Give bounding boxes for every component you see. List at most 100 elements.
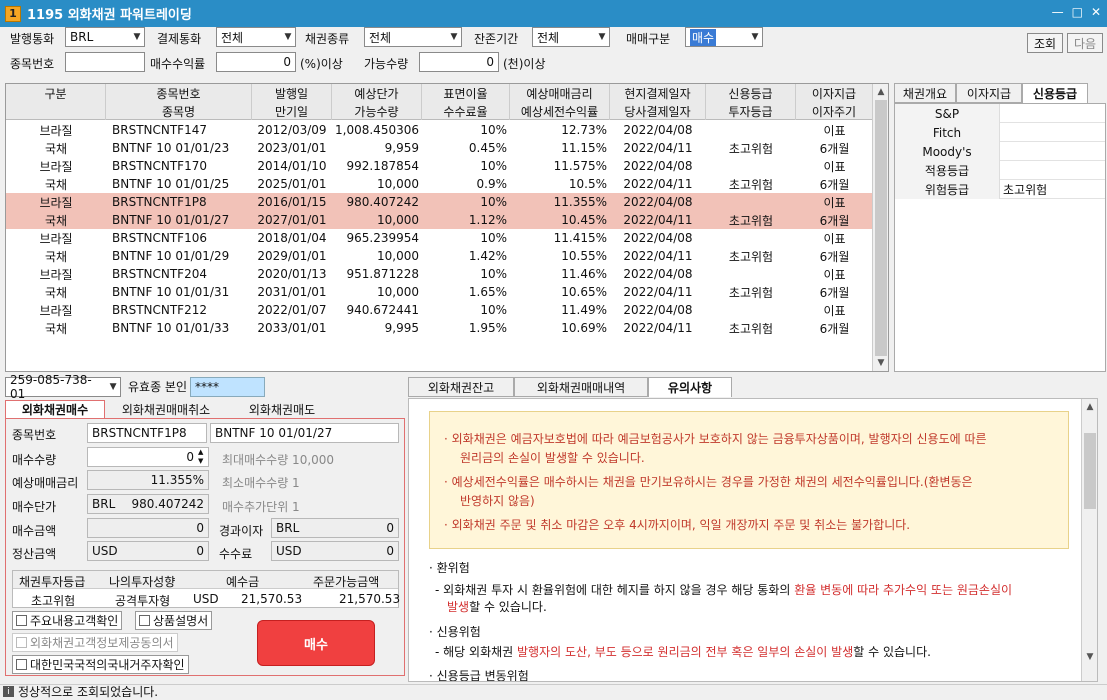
table-cell: 11.415% [553,231,607,245]
buy-button[interactable]: 매수 [257,620,375,666]
chevron-down-icon: ▼ [450,32,458,42]
settle-currency-label: 결제통화 [157,32,202,46]
table-row[interactable]: 국채 BNTNF 10 01/01/33 2033/01/01 9,995 1.95% 1… [6,319,873,337]
table-cell: 992.187854 [346,159,419,173]
info-header: 나의투자성향 [109,575,176,589]
settle-currency-select[interactable]: 전체 ▼ [216,27,296,47]
table-row[interactable]: 브라질 BRSTNCNTF204 2020/01/13 951.871228 10% 11… [6,265,873,283]
table-cell: BNTNF 10 01/01/31 [112,285,230,299]
table-cell: 2022/01/07 [257,303,327,317]
table-cell: 10% [480,303,507,317]
table-cell: 브라질 [39,231,73,246]
trade-type-select[interactable]: 매수 ▼ [685,27,763,47]
table-row[interactable]: 브라질 BRSTNCNTF170 2014/01/10 992.187854 10% 11… [6,157,873,175]
window-title: 1195 외화채권 파워트레이딩 [27,8,192,23]
search-button[interactable]: 조회 [1027,33,1063,53]
grid-scrollbar[interactable]: ▲ ▼ [872,84,888,371]
table-cell: 11.49% [561,303,607,317]
check-product-doc[interactable]: 상품설명서 [135,611,213,630]
yield-input[interactable]: 0 [216,52,296,72]
table-cell: 브라질 [39,303,73,318]
table-row[interactable]: 브라질 BRSTNCNTF106 2018/01/04 965.239954 10% 11… [6,229,873,247]
issue-currency-select[interactable]: BRL ▼ [65,27,145,47]
table-cell: 9,995 [384,321,419,335]
notice-scrollbar[interactable]: ▲ ▼ [1081,399,1097,681]
settle-label: 정산금액 [12,547,57,561]
table-cell: 2020/01/13 [257,267,327,281]
table-cell [706,193,796,211]
restore-icon[interactable]: □ [1072,5,1083,19]
tab-bond-sell[interactable]: 외화채권매도 [227,400,337,418]
grid-header-cell: 예상세전수익률 [510,102,610,120]
checkbox-icon [16,615,27,626]
bond-grid[interactable]: 구분 종목번호 종목명 발행일 만기일 예상단가 가능수량 표면이율 수수료율 예상매매금리 예상세… [5,83,889,372]
rating-key: Fitch [895,123,1000,142]
table-cell: 2016/01/15 [257,195,327,209]
scroll-up-icon[interactable]: ▲ [873,84,888,100]
scroll-thumb[interactable] [1084,433,1096,509]
table-row[interactable]: 국채 BNTNF 10 01/01/29 2029/01/01 10,000 1.42%… [6,247,873,265]
check-resident[interactable]: 대한민국국적의국내거주자확인 [12,655,189,674]
issue-currency-label: 발행통화 [10,32,55,46]
order-qty-stepper[interactable]: 0 [87,447,209,467]
status-bar: i 정상적으로 조회되었습니다. [0,684,1107,699]
tab-balance[interactable]: 외화채권잔고 [408,377,514,397]
tab-bond-overview[interactable]: 채권개요 [894,83,956,103]
table-cell: BNTNF 10 01/01/27 [112,213,230,227]
tab-notice[interactable]: 유의사항 [648,377,732,397]
order-code-input[interactable]: BRSTNCNTF1P8 [87,423,207,443]
table-row[interactable]: 국채 BNTNF 10 01/01/27 2027/01/01 10,000 1.12%… [6,211,873,229]
account-select[interactable]: 259-085-738-01 ▼ [5,373,121,401]
password-field[interactable]: **** [190,377,265,397]
check-info-consent[interactable]: 외화채권고객정보제공동의서 [12,633,178,652]
table-cell: 초고위험 [728,321,774,336]
table-row[interactable]: 브라질 BRSTNCNTF1P8 2016/01/15 980.407242 10% 11… [6,193,873,211]
min-buy-qty: 최소매수수량 1 [222,476,300,490]
bond-type-select[interactable]: 전체 ▼ [364,27,462,47]
chevron-down-icon: ▼ [284,32,292,42]
tab-bond-buy[interactable]: 외화채권매수 [5,400,105,418]
table-cell: 국채 [44,141,68,156]
tab-trade-history[interactable]: 외화채권매매내역 [514,377,648,397]
stepper-arrows-icon[interactable]: ▲ ▼ [198,448,203,466]
order-qty-label: 매수수량 [12,453,57,467]
table-cell: 이표 [823,303,846,318]
status-text: 정상적으로 조회되었습니다. [18,685,159,699]
table-cell: 2022/04/08 [623,231,693,245]
table-row[interactable]: 국채 BNTNF 10 01/01/23 2023/01/01 9,959 0.45% 1… [6,139,873,157]
accrued-field: BRL 0 [271,518,399,538]
info-header: 채권투자등급 [19,575,86,589]
code-input[interactable] [65,52,145,72]
table-cell: 10,000 [377,285,419,299]
table-cell: 951.871228 [346,267,419,281]
table-row[interactable]: 브라질 BRSTNCNTF147 2012/03/09 1,008.450306 10%… [6,121,873,139]
table-cell: BNTNF 10 01/01/29 [112,249,230,263]
remaining-select[interactable]: 전체 ▼ [532,27,610,47]
table-row[interactable]: 브라질 BRSTNCNTF212 2022/01/07 940.672441 10% 11… [6,301,873,319]
qty-unit: (천)이상 [503,57,546,71]
table-row[interactable]: 국채 BNTNF 10 01/01/31 2031/01/01 10,000 1.65%… [6,283,873,301]
table-cell: 11.355% [553,195,607,209]
tab-credit-rating[interactable]: 신용등급 [1022,83,1088,103]
warning-line: · 외화채권 주문 및 취소 마감은 오후 4시까지이며, 익일 개장까지 주문… [444,518,911,532]
next-button[interactable]: 다음 [1067,33,1103,53]
table-cell: 2022/04/08 [623,123,693,137]
table-row[interactable]: 국채 BNTNF 10 01/01/25 2025/01/01 10,000 0.9% 1… [6,175,873,193]
qty-input[interactable]: 0 [419,52,499,72]
add-unit: 매수추가단위 1 [222,500,300,514]
check-key-content[interactable]: 주요내용고객확인 [12,611,123,630]
scroll-down-icon[interactable]: ▼ [873,355,888,371]
table-cell: 2023/01/01 [257,141,327,155]
scroll-down-icon[interactable]: ▼ [1082,649,1097,665]
table-cell: 2022/04/08 [623,159,693,173]
grid-header-cell: 당사결제일자 [610,102,706,120]
scroll-up-icon[interactable]: ▲ [1082,399,1097,415]
checkbox-icon [139,615,150,626]
tab-bond-cancel[interactable]: 외화채권매매취소 [105,400,227,418]
minimize-icon[interactable]: — [1052,5,1064,19]
close-icon[interactable]: ✕ [1091,5,1101,19]
info-value: 21,570.53 [241,592,303,606]
tab-interest[interactable]: 이자지급 [956,83,1022,103]
scroll-thumb[interactable] [875,100,887,356]
checkbox-icon [16,637,27,648]
